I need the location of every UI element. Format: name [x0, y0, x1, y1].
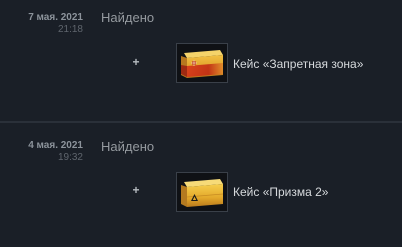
- row-time: 21:18: [57, 24, 83, 35]
- row-time: 19:32: [57, 152, 83, 163]
- row-date: 4 мая. 2021: [28, 140, 83, 151]
- row-event-label: Найдено: [101, 10, 155, 25]
- item-name-link[interactable]: Кейс «Призма 2»: [233, 185, 328, 199]
- row-date: 7 мая. 2021: [28, 12, 83, 23]
- history-row: 4 мая. 2021 19:32 Найдено + Кейс «Призма…: [0, 123, 402, 244]
- plus-icon: +: [132, 55, 140, 69]
- history-row: 7 мая. 2021 21:18 Найдено + Кейс «Запрет…: [0, 0, 402, 121]
- danger-zone-case-icon[interactable]: [176, 43, 228, 83]
- item-name-link[interactable]: Кейс «Запретная зона»: [233, 57, 363, 71]
- plus-icon: +: [132, 183, 140, 197]
- prisma-2-case-icon[interactable]: [176, 172, 228, 212]
- row-event-label: Найдено: [101, 139, 155, 154]
